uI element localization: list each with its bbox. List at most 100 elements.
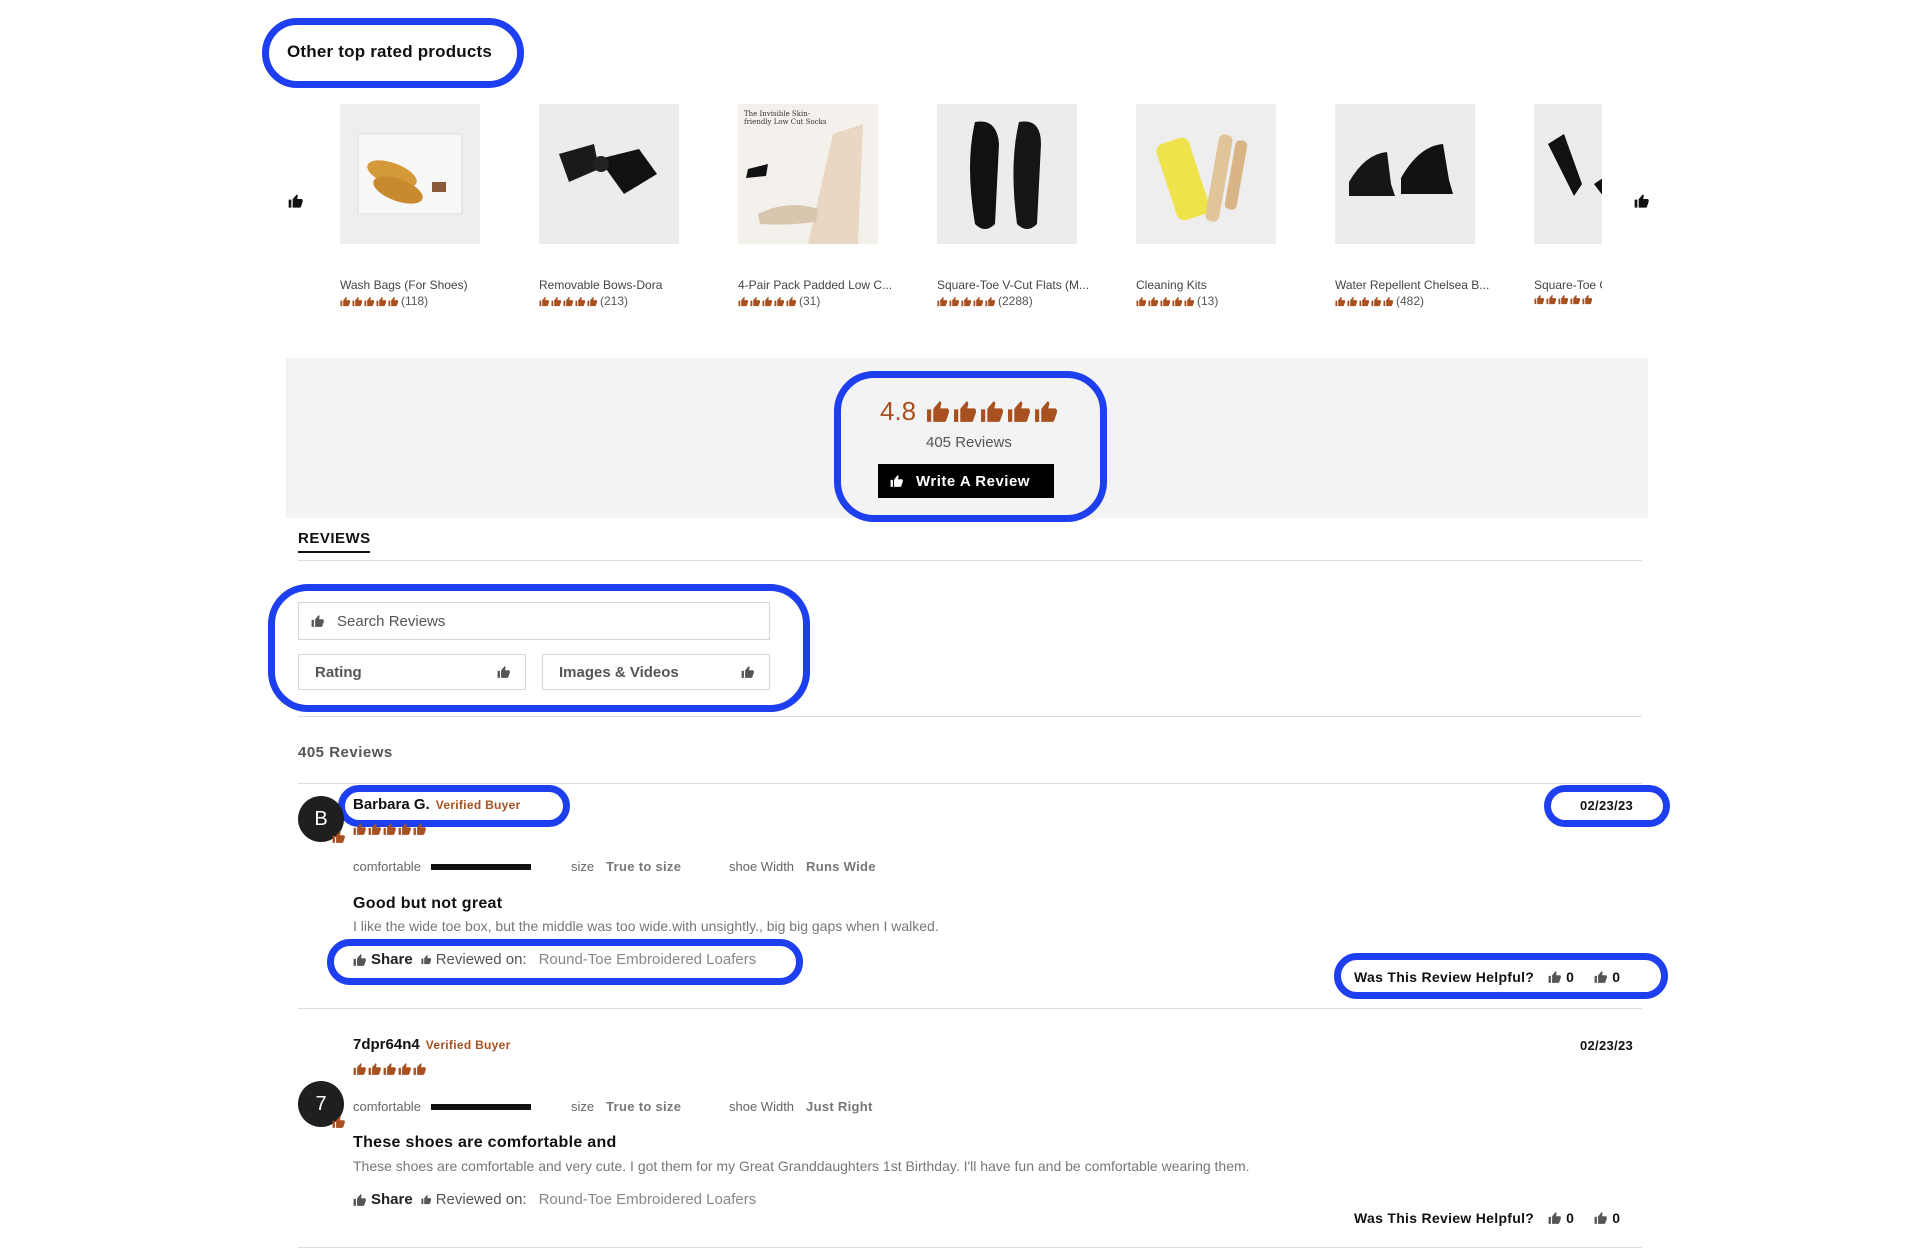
reviewed-on-label: Reviewed on: — [435, 1191, 527, 1208]
vote-down-button[interactable]: 0 — [1594, 969, 1620, 985]
verified-badge-icon — [332, 1115, 346, 1129]
verified-buyer-label: Verified Buyer — [425, 1038, 511, 1052]
product-name[interactable]: Square-Toe V-Cut Flats (M... — [937, 278, 1097, 292]
share-icon — [353, 1193, 367, 1207]
product-image[interactable] — [1136, 104, 1276, 244]
review-title: These shoes are comfortable and — [353, 1134, 617, 1151]
size-value: True to size — [606, 1099, 682, 1114]
product-name[interactable]: Cleaning Kits — [1136, 278, 1296, 292]
review-title: Good but not great — [353, 895, 503, 912]
reviewer-avatar: B — [298, 796, 344, 842]
comfortable-meter — [430, 1103, 531, 1110]
reviewer-avatar: 7 — [298, 1081, 344, 1127]
chevron-down-icon — [741, 665, 755, 679]
verified-buyer-label: Verified Buyer — [435, 798, 521, 812]
write-review-button[interactable]: Write A Review — [878, 464, 1054, 498]
product-card[interactable]: Cleaning Kits (13) — [1136, 104, 1306, 308]
thumbs-up-icon — [1548, 970, 1562, 984]
tab-underline — [298, 551, 370, 553]
product-review-count: (2288) — [998, 294, 1033, 308]
total-reviews-label: 405 Reviews — [926, 434, 1012, 451]
carousel-prev-icon[interactable] — [288, 193, 304, 214]
rating-filter-label: Rating — [315, 663, 362, 681]
product-card[interactable]: The Invisible Skin-friendly Low Cut Sock… — [738, 104, 908, 308]
product-rating-icons — [937, 296, 996, 307]
search-icon — [311, 614, 325, 628]
product-rating-icons — [1136, 296, 1195, 307]
review-body: I like the wide toe box, but the middle … — [353, 918, 939, 934]
vote-up-count: 0 — [1566, 1210, 1575, 1226]
product-rating-icons — [1335, 296, 1394, 307]
write-review-icon — [890, 474, 904, 488]
reviewed-product-link[interactable]: Round-Toe Embroidered Loafers — [539, 1191, 757, 1208]
vote-up-button[interactable]: 0 — [1548, 1210, 1574, 1226]
thumbs-down-icon — [1594, 970, 1608, 984]
size-value: True to size — [606, 859, 682, 874]
vote-up-button[interactable]: 0 — [1548, 969, 1574, 985]
product-card[interactable]: Wash Bags (For Shoes) (118) — [340, 104, 510, 308]
width-value: Just Right — [806, 1099, 873, 1114]
tab-reviews[interactable]: REVIEWS — [298, 530, 371, 547]
share-button[interactable]: Share — [371, 1191, 413, 1208]
product-name[interactable]: 4-Pair Pack Padded Low C... — [738, 278, 898, 292]
avatar-initial: 7 — [315, 1092, 327, 1115]
product-card[interactable]: Removable Bows-Dora (213) — [539, 104, 709, 308]
product-carousel: Wash Bags (For Shoes) (118) Removable Bo… — [340, 104, 1602, 314]
product-image[interactable] — [340, 104, 480, 244]
product-image[interactable] — [1534, 104, 1602, 244]
share-icon — [353, 953, 367, 967]
product-image[interactable] — [1335, 104, 1475, 244]
review-date: 02/23/23 — [1580, 1038, 1634, 1053]
vote-down-count: 0 — [1612, 1210, 1621, 1226]
product-rating-icons — [539, 296, 598, 307]
width-label: shoe Width — [729, 1099, 795, 1114]
share-button[interactable]: Share — [371, 951, 413, 968]
product-image[interactable] — [539, 104, 679, 244]
product-review-count: (31) — [799, 294, 821, 308]
chevron-down-icon — [497, 665, 511, 679]
carousel-next-icon[interactable] — [1634, 193, 1650, 214]
top-rated-title: Other top rated products — [287, 42, 493, 61]
product-name[interactable]: Wash Bags (For Shoes) — [340, 278, 500, 292]
media-filter-label: Images & Videos — [559, 663, 679, 681]
product-rating-icons — [738, 296, 797, 307]
helpful-label: Was This Review Helpful? — [1354, 1210, 1535, 1226]
reviews-count-label: 405 Reviews — [298, 744, 393, 761]
product-name[interactable]: Square-Toe C — [1534, 278, 1602, 292]
product-image[interactable]: The Invisible Skin-friendly Low Cut Sock… — [738, 104, 878, 244]
product-image[interactable] — [937, 104, 1077, 244]
average-score: 4.8 — [880, 396, 917, 426]
thumbs-up-icon — [1548, 1211, 1562, 1225]
rating-filter[interactable]: Rating — [298, 654, 526, 690]
product-card[interactable]: Square-Toe V-Cut Flats (M... (2288) — [937, 104, 1107, 308]
helpful-label: Was This Review Helpful? — [1354, 969, 1535, 985]
search-placeholder: Search Reviews — [337, 612, 446, 630]
product-review-count: (118) — [401, 294, 429, 308]
product-review-count: (482) — [1396, 294, 1425, 308]
comfortable-label: comfortable — [353, 1099, 421, 1114]
review-rating-icons — [353, 822, 427, 836]
product-card[interactable]: Square-Toe C — [1534, 104, 1602, 305]
vote-down-count: 0 — [1612, 969, 1621, 985]
product-rating-icons — [340, 296, 399, 307]
tag-icon — [421, 954, 432, 965]
product-rating-icons — [1534, 294, 1593, 305]
vote-up-count: 0 — [1566, 969, 1575, 985]
review-body: These shoes are comfortable and very cut… — [353, 1158, 1250, 1174]
reviewer-name: Barbara G. — [353, 796, 430, 813]
product-name[interactable]: Removable Bows-Dora — [539, 278, 699, 292]
search-reviews-input[interactable]: Search Reviews — [298, 602, 770, 640]
reviewer-name: 7dpr64n4 — [353, 1036, 420, 1053]
width-value: Runs Wide — [806, 859, 876, 874]
reviewed-product-link[interactable]: Round-Toe Embroidered Loafers — [539, 951, 757, 968]
vote-down-button[interactable]: 0 — [1594, 1210, 1620, 1226]
product-review-count: (213) — [600, 294, 629, 308]
media-filter[interactable]: Images & Videos — [542, 654, 770, 690]
product-name[interactable]: Water Repellent Chelsea B... — [1335, 278, 1495, 292]
review-date: 02/23/23 — [1580, 798, 1634, 813]
thumbs-down-icon — [1594, 1211, 1608, 1225]
average-rating-icons — [926, 399, 1061, 424]
product-card[interactable]: Water Repellent Chelsea B... (482) — [1335, 104, 1505, 308]
write-review-label: Write A Review — [916, 472, 1030, 490]
size-label: size — [571, 1099, 595, 1114]
